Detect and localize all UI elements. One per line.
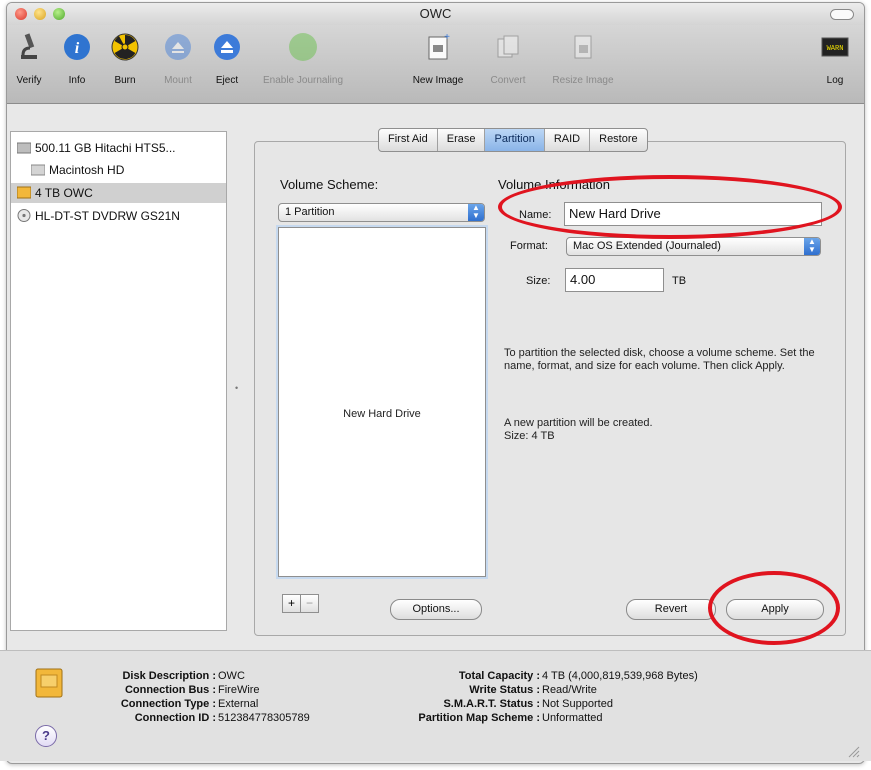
resize-image-button[interactable]: Resize Image bbox=[543, 31, 623, 86]
minimize-window-button[interactable] bbox=[34, 8, 46, 20]
help-button[interactable]: ? bbox=[35, 725, 57, 747]
connection-id-value: 512384778305789 bbox=[218, 712, 310, 724]
volume-icon bbox=[31, 164, 45, 176]
log-button[interactable]: WARN Log bbox=[815, 31, 855, 86]
add-partition-button[interactable]: + bbox=[282, 594, 301, 613]
annotation-circle-name bbox=[498, 175, 842, 239]
journaling-icon bbox=[289, 33, 317, 61]
external-disk-icon bbox=[17, 186, 31, 199]
title-bar: OWC bbox=[7, 3, 864, 25]
annotation-circle-apply bbox=[708, 571, 840, 645]
tab-first-aid[interactable]: First Aid bbox=[379, 129, 438, 151]
smart-status-key: S.M.A.R.T. Status : bbox=[443, 698, 540, 710]
connection-bus-key: Connection Bus : bbox=[124, 684, 216, 696]
format-popup[interactable]: Mac OS Extended (Journaled) ▲ ▼ bbox=[566, 237, 821, 256]
tab-partition[interactable]: Partition bbox=[485, 129, 545, 151]
volume-scheme-label: Volume Scheme: bbox=[280, 177, 379, 192]
external-disk-large-icon bbox=[35, 668, 63, 698]
format-label: Format: bbox=[510, 240, 548, 252]
size-unit-label: TB bbox=[672, 275, 687, 287]
sidebar-item-macintosh-hd[interactable]: Macintosh HD bbox=[11, 160, 226, 180]
new-image-icon: + bbox=[428, 32, 450, 60]
convert-icon bbox=[497, 35, 519, 58]
remove-partition-button[interactable]: − bbox=[300, 594, 319, 613]
hard-disk-icon bbox=[17, 142, 31, 154]
revert-button[interactable]: Revert bbox=[626, 599, 716, 620]
enable-journaling-button[interactable]: Enable Journaling bbox=[257, 31, 349, 86]
partition-map-scheme-value: Unformatted bbox=[542, 712, 603, 724]
partition-instructions: To partition the selected disk, choose a… bbox=[504, 347, 815, 372]
tab-bar: First Aid Erase Partition RAID Restore bbox=[378, 128, 648, 152]
eject-icon bbox=[214, 34, 240, 60]
eject-button[interactable]: Eject bbox=[207, 31, 247, 86]
svg-text:+: + bbox=[444, 32, 450, 43]
smart-status-value: Not Supported bbox=[542, 698, 613, 710]
write-status-key: Write Status : bbox=[469, 684, 540, 696]
partition-status-size: Size: 4 TB bbox=[504, 430, 555, 442]
close-window-button[interactable] bbox=[15, 8, 27, 20]
sidebar-item-dvd-drive[interactable]: HL-DT-ST DVDRW GS21N bbox=[11, 206, 226, 226]
options-button[interactable]: Options... bbox=[390, 599, 482, 620]
partition-status-line: A new partition will be created. bbox=[504, 417, 653, 429]
tab-erase[interactable]: Erase bbox=[438, 129, 486, 151]
connection-type-value: External bbox=[218, 698, 259, 710]
convert-button[interactable]: Convert bbox=[483, 31, 533, 86]
disk-description-key: Disk Description : bbox=[122, 670, 216, 682]
mount-button[interactable]: Mount bbox=[153, 31, 203, 86]
total-capacity-value: 4 TB (4,000,819,539,968 Bytes) bbox=[542, 670, 698, 682]
optical-drive-icon bbox=[17, 209, 31, 222]
tab-raid[interactable]: RAID bbox=[545, 129, 591, 151]
toolbar: Verify i Info Burn Mount Eject Enable Jo… bbox=[7, 25, 864, 104]
tab-restore[interactable]: Restore bbox=[590, 129, 647, 151]
disk-list: 500.11 GB Hitachi HTS5... Macintosh HD 4… bbox=[10, 131, 227, 631]
burn-icon bbox=[111, 33, 139, 61]
disk-description-value: OWC bbox=[218, 670, 245, 682]
partition-map-scheme-key: Partition Map Scheme : bbox=[418, 712, 540, 724]
partition-layout-view[interactable]: New Hard Drive bbox=[276, 225, 488, 579]
sidebar-item-owc-disk[interactable]: 4 TB OWC bbox=[11, 183, 226, 203]
partition-block-label: New Hard Drive bbox=[343, 408, 421, 420]
window-title: OWC bbox=[419, 6, 452, 21]
mount-icon bbox=[165, 34, 191, 60]
popup-arrows-icon: ▲ ▼ bbox=[804, 238, 820, 255]
write-status-value: Read/Write bbox=[542, 684, 597, 696]
info-icon: i bbox=[64, 34, 90, 60]
resize-image-icon bbox=[574, 35, 592, 59]
popup-arrows-icon: ▲ ▼ bbox=[468, 204, 484, 221]
total-capacity-key: Total Capacity : bbox=[458, 670, 540, 682]
size-field[interactable]: 4.00 bbox=[565, 268, 664, 292]
connection-bus-value: FireWire bbox=[218, 684, 260, 696]
resize-grip-icon[interactable] bbox=[846, 744, 860, 758]
svg-text:i: i bbox=[75, 40, 80, 57]
new-image-button[interactable]: + New Image bbox=[405, 31, 471, 86]
connection-id-key: Connection ID : bbox=[134, 712, 216, 724]
connection-type-key: Connection Type : bbox=[120, 698, 216, 710]
microscope-icon bbox=[21, 33, 37, 59]
zoom-window-button[interactable] bbox=[53, 8, 65, 20]
split-view-handle[interactable]: • bbox=[235, 383, 238, 393]
svg-text:WARN: WARN bbox=[827, 45, 844, 53]
console-log-icon: WARN bbox=[821, 37, 849, 57]
sidebar-item-hitachi-disk[interactable]: 500.11 GB Hitachi HTS5... bbox=[11, 138, 226, 158]
info-button[interactable]: i Info bbox=[57, 31, 97, 86]
verify-button[interactable]: Verify bbox=[9, 31, 49, 86]
volume-scheme-popup[interactable]: 1 Partition ▲ ▼ bbox=[278, 203, 485, 222]
toolbar-toggle-button[interactable] bbox=[830, 9, 854, 20]
burn-button[interactable]: Burn bbox=[105, 31, 145, 86]
size-label: Size: bbox=[526, 275, 551, 287]
